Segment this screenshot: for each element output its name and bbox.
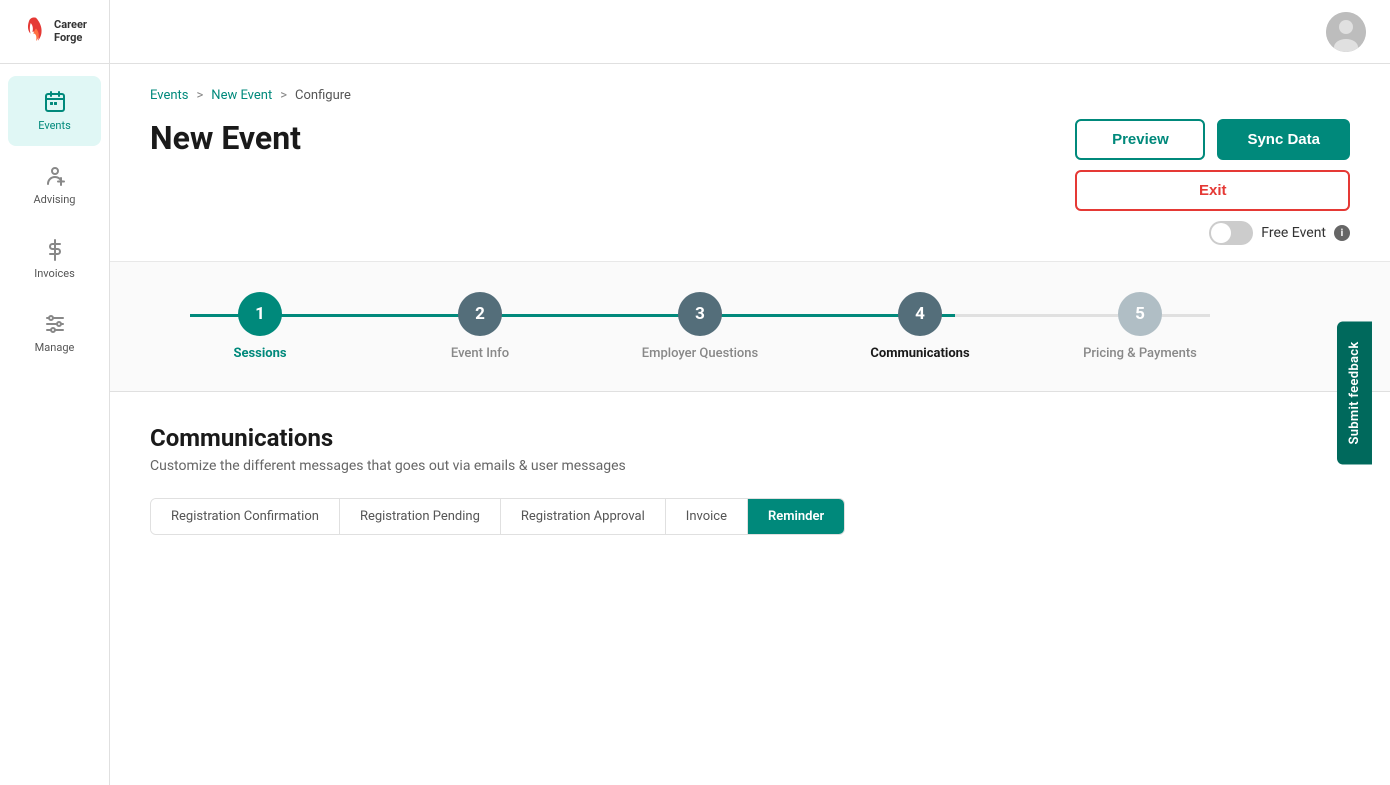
steps-container: 1 Sessions 2 Event Info 3 Employer Quest…: [150, 292, 1250, 361]
step-circle-4: 4: [898, 292, 942, 336]
step-label-3: Employer Questions: [642, 346, 758, 361]
feedback-button[interactable]: Submit feedback: [1337, 321, 1372, 464]
tab-registration-approval[interactable]: Registration Approval: [501, 499, 666, 534]
topbar: [0, 0, 1390, 64]
step-label-5: Pricing & Payments: [1083, 346, 1197, 361]
sidebar-item-advising[interactable]: Advising: [8, 150, 101, 220]
step-2[interactable]: 2 Event Info: [370, 292, 590, 361]
sidebar-item-label-advising: Advising: [34, 193, 76, 206]
free-event-label: Free Event: [1261, 225, 1326, 241]
exit-button[interactable]: Exit: [1075, 170, 1350, 211]
sidebar-item-events[interactable]: Events: [8, 76, 101, 146]
tab-registration-pending[interactable]: Registration Pending: [340, 499, 501, 534]
sidebar: Career Forge Events: [0, 0, 110, 785]
step-1[interactable]: 1 Sessions: [150, 292, 370, 361]
steps-section: 1 Sessions 2 Event Info 3 Employer Quest…: [110, 262, 1390, 392]
breadcrumb: Events > New Event > Configure: [150, 88, 1350, 103]
toggle-row: Free Event i: [1209, 221, 1350, 245]
sync-button[interactable]: Sync Data: [1217, 119, 1350, 160]
breadcrumb-events[interactable]: Events: [150, 88, 188, 103]
page-title: New Event: [150, 119, 301, 157]
breadcrumb-configure: Configure: [295, 88, 351, 103]
header-row: New Event Preview Sync Data Exit Free Ev…: [150, 119, 1350, 245]
sidebar-item-label-events: Events: [38, 119, 71, 132]
breadcrumb-new-event[interactable]: New Event: [211, 88, 272, 103]
step-label-1: Sessions: [233, 346, 286, 361]
dollar-icon: [43, 238, 67, 262]
sliders-icon: [43, 312, 67, 336]
step-label-2: Event Info: [451, 346, 509, 361]
calendar-icon: [43, 90, 67, 114]
tab-registration-confirmation[interactable]: Registration Confirmation: [151, 499, 340, 534]
sidebar-item-manage[interactable]: Manage: [8, 298, 101, 368]
tabs-row: Registration Confirmation Registration P…: [150, 498, 845, 535]
step-circle-3: 3: [678, 292, 722, 336]
section-subtitle: Customize the different messages that go…: [150, 458, 1350, 474]
communications-section: Communications Customize the different m…: [110, 392, 1390, 567]
logo-icon: Career Forge: [22, 16, 87, 48]
step-label-4: Communications: [870, 346, 969, 361]
step-3[interactable]: 3 Employer Questions: [590, 292, 810, 361]
breadcrumb-sep-2: >: [280, 88, 287, 103]
sidebar-item-label-invoices: Invoices: [34, 267, 75, 280]
section-title: Communications: [150, 424, 1350, 452]
sidebar-item-label-manage: Manage: [35, 341, 75, 354]
sidebar-nav: Events Advising Invoices: [0, 64, 109, 370]
step-circle-1: 1: [238, 292, 282, 336]
tab-reminder[interactable]: Reminder: [748, 499, 844, 534]
btn-row: Preview Sync Data: [1075, 119, 1350, 160]
step-circle-5: 5: [1118, 292, 1162, 336]
steps-list: 1 Sessions 2 Event Info 3 Employer Quest…: [150, 292, 1250, 361]
free-event-toggle[interactable]: [1209, 221, 1253, 245]
logo-text: Career Forge: [54, 19, 87, 43]
preview-button[interactable]: Preview: [1075, 119, 1205, 160]
header-actions: Preview Sync Data Exit Free Event i: [1075, 119, 1350, 245]
content-header: Events > New Event > Configure New Event…: [110, 64, 1390, 262]
breadcrumb-sep-1: >: [196, 88, 203, 103]
step-4[interactable]: 4 Communications: [810, 292, 1030, 361]
main-content: Events > New Event > Configure New Event…: [110, 64, 1390, 785]
step-5[interactable]: 5 Pricing & Payments: [1030, 292, 1250, 361]
sidebar-item-invoices[interactable]: Invoices: [8, 224, 101, 294]
person-icon: [43, 164, 67, 188]
tab-invoice[interactable]: Invoice: [666, 499, 748, 534]
free-event-info-icon[interactable]: i: [1334, 225, 1350, 241]
logo: Career Forge: [0, 0, 109, 64]
step-circle-2: 2: [458, 292, 502, 336]
flame-icon: [22, 16, 50, 48]
avatar[interactable]: [1326, 12, 1366, 52]
